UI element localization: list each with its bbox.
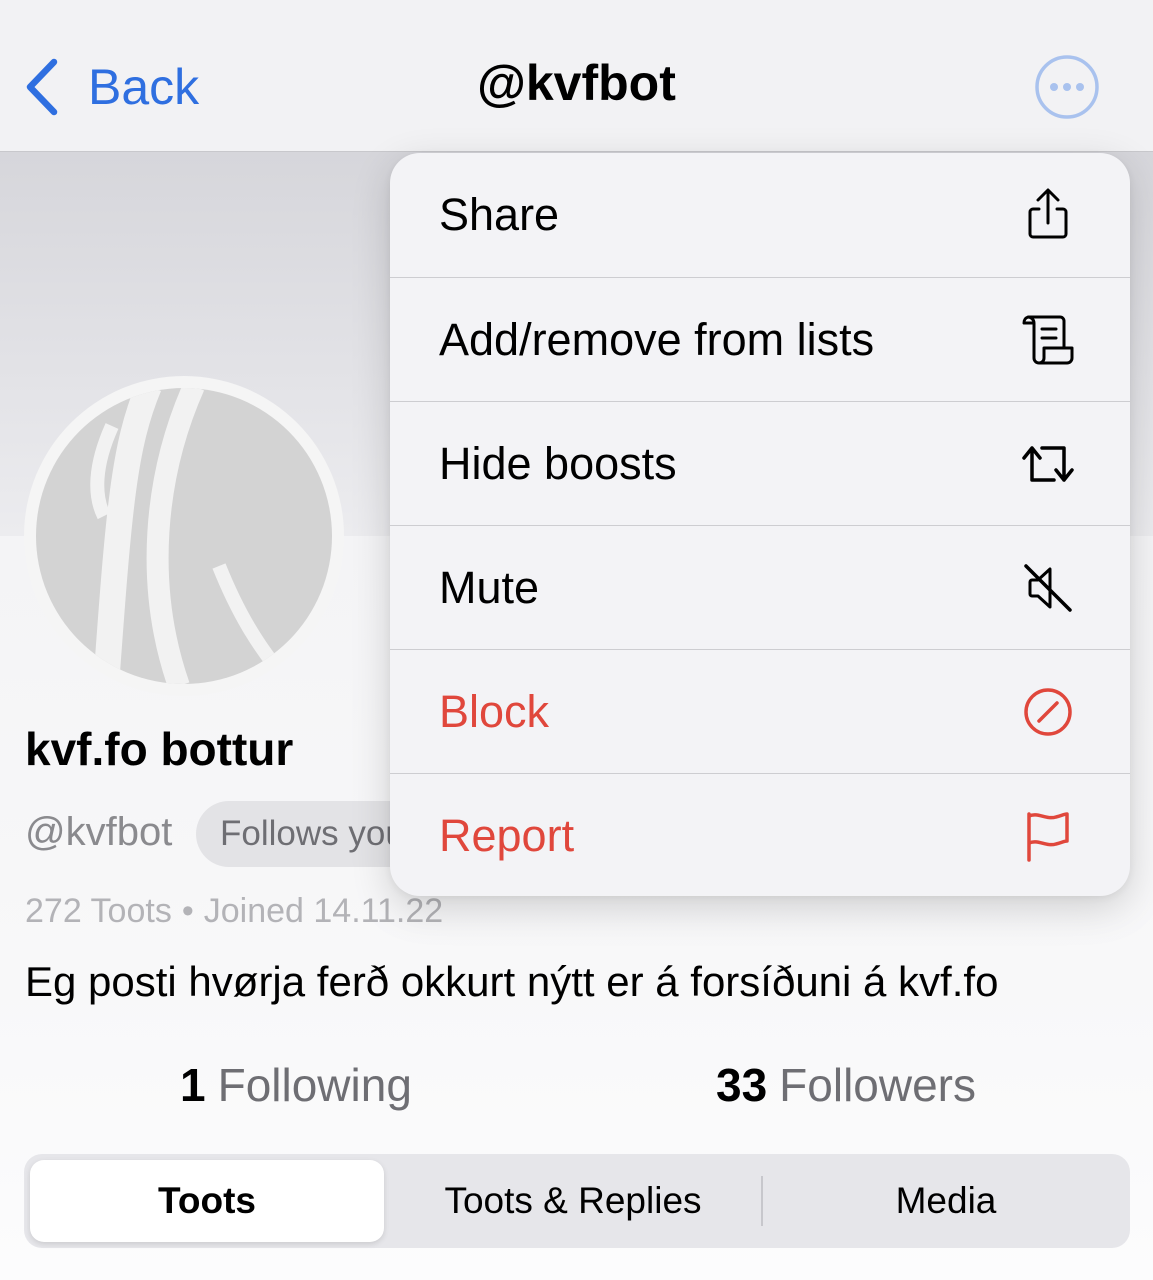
menu-item-block[interactable]: Block xyxy=(390,649,1130,774)
menu-item-label: Mute xyxy=(439,562,540,613)
account-meta: 272 Toots • Joined 14.11.22 xyxy=(25,892,443,931)
flag-icon xyxy=(1027,812,1069,862)
following-count: 1 xyxy=(180,1059,206,1111)
menu-item-mute[interactable]: Mute xyxy=(390,525,1130,650)
tab-toots[interactable]: Toots xyxy=(30,1160,384,1242)
following-label: Following xyxy=(217,1059,412,1111)
meta-separator: • xyxy=(181,892,194,930)
kvf-logo-image xyxy=(36,388,332,684)
profile-tabs: Toots Toots & Replies Media xyxy=(24,1154,1130,1248)
menu-item-label: Hide boosts xyxy=(439,438,677,489)
display-name: kvf.fo bottur xyxy=(25,723,294,775)
context-menu: Share Add/remove from lists Hide boosts … xyxy=(390,153,1130,896)
followers-label: Followers xyxy=(779,1059,976,1111)
avatar[interactable] xyxy=(24,376,344,696)
followers-stat[interactable]: 33 Followers xyxy=(716,1058,976,1112)
menu-item-report[interactable]: Report xyxy=(390,773,1130,896)
joined-date: Joined 14.11.22 xyxy=(203,892,444,930)
tab-media[interactable]: Media xyxy=(764,1154,1128,1248)
share-icon xyxy=(1028,188,1068,239)
block-icon xyxy=(1024,688,1072,736)
menu-item-label: Add/remove from lists xyxy=(439,314,875,365)
more-options-button[interactable] xyxy=(1034,54,1100,120)
toots-count: 272 Toots xyxy=(25,892,172,930)
username-handle: @kvfbot xyxy=(25,810,173,854)
ellipsis-circle-icon xyxy=(1035,55,1099,119)
menu-item-label: Share xyxy=(439,189,560,240)
navigation-bar: Back @kvfbot xyxy=(0,0,1153,152)
list-scroll-icon xyxy=(1022,315,1074,365)
followers-count: 33 xyxy=(716,1059,768,1111)
speaker-slash-icon xyxy=(1024,564,1072,612)
tab-toots-and-replies[interactable]: Toots & Replies xyxy=(386,1154,760,1248)
page-title: @kvfbot xyxy=(477,55,676,111)
boost-icon xyxy=(1022,446,1074,482)
following-stat[interactable]: 1 Following xyxy=(180,1058,412,1112)
menu-item-label: Report xyxy=(439,810,575,861)
menu-item-share[interactable]: Share xyxy=(390,153,1130,277)
menu-item-label: Block xyxy=(439,686,550,737)
menu-item-hide-boosts[interactable]: Hide boosts xyxy=(390,401,1130,526)
tab-divider xyxy=(761,1176,763,1226)
menu-item-lists[interactable]: Add/remove from lists xyxy=(390,277,1130,402)
profile-bio: Eg posti hvørja ferð okkurt nýtt er á fo… xyxy=(25,958,999,1005)
